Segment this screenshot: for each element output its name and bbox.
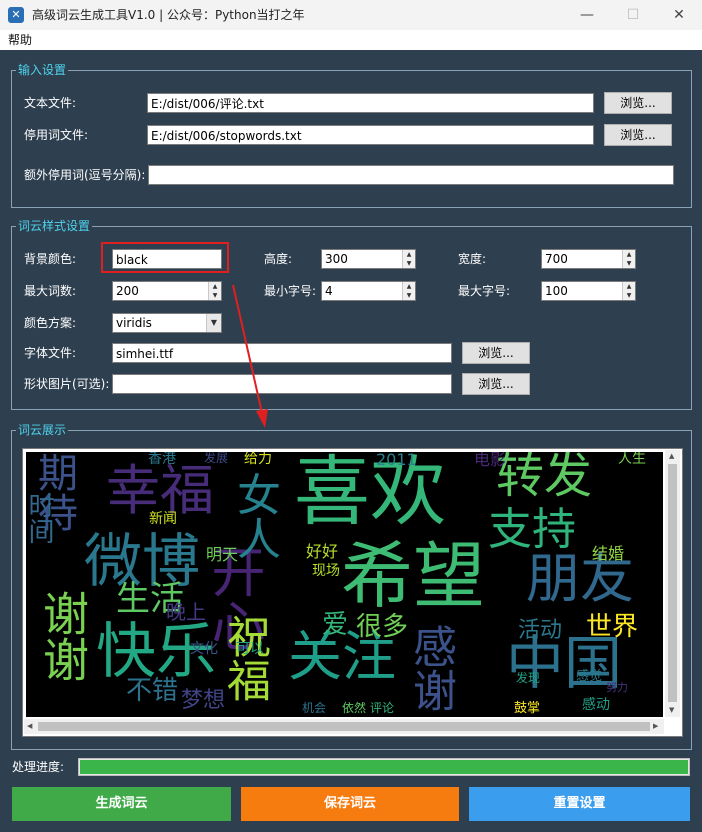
save-button[interactable]: 保存词云	[241, 787, 459, 821]
progress-label: 处理进度:	[12, 760, 65, 774]
reset-button[interactable]: 重置设置	[469, 787, 690, 821]
progress-bar	[78, 758, 690, 776]
progress-fill	[80, 760, 688, 774]
annotation-arrow-icon	[232, 284, 268, 428]
generate-button[interactable]: 生成词云	[12, 787, 231, 821]
